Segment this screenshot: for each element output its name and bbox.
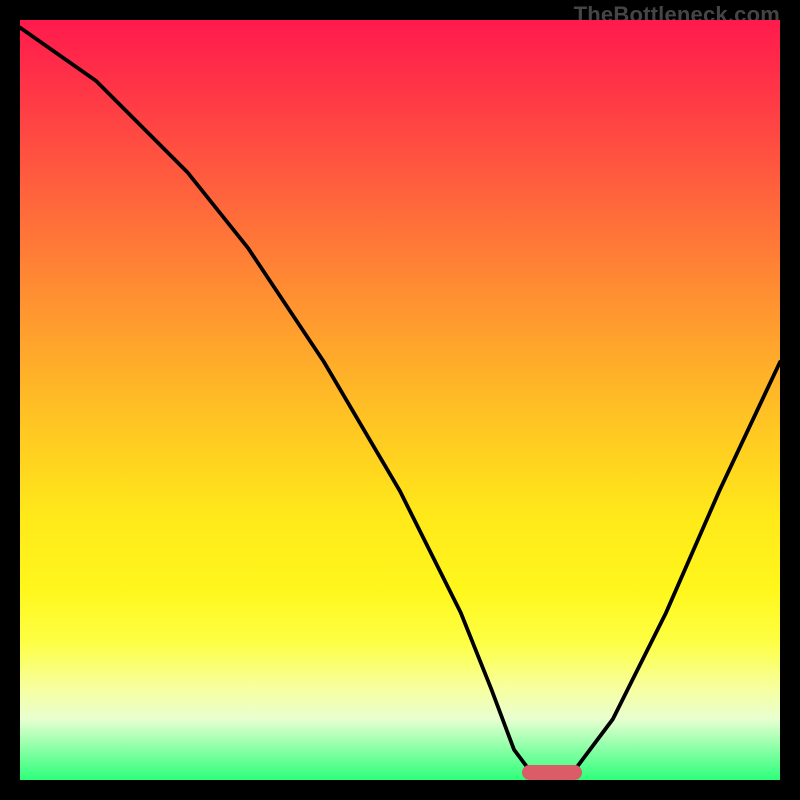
optimal-range-marker <box>522 765 583 780</box>
chart-frame: TheBottleneck.com <box>0 0 800 800</box>
bottleneck-curve <box>20 20 780 780</box>
